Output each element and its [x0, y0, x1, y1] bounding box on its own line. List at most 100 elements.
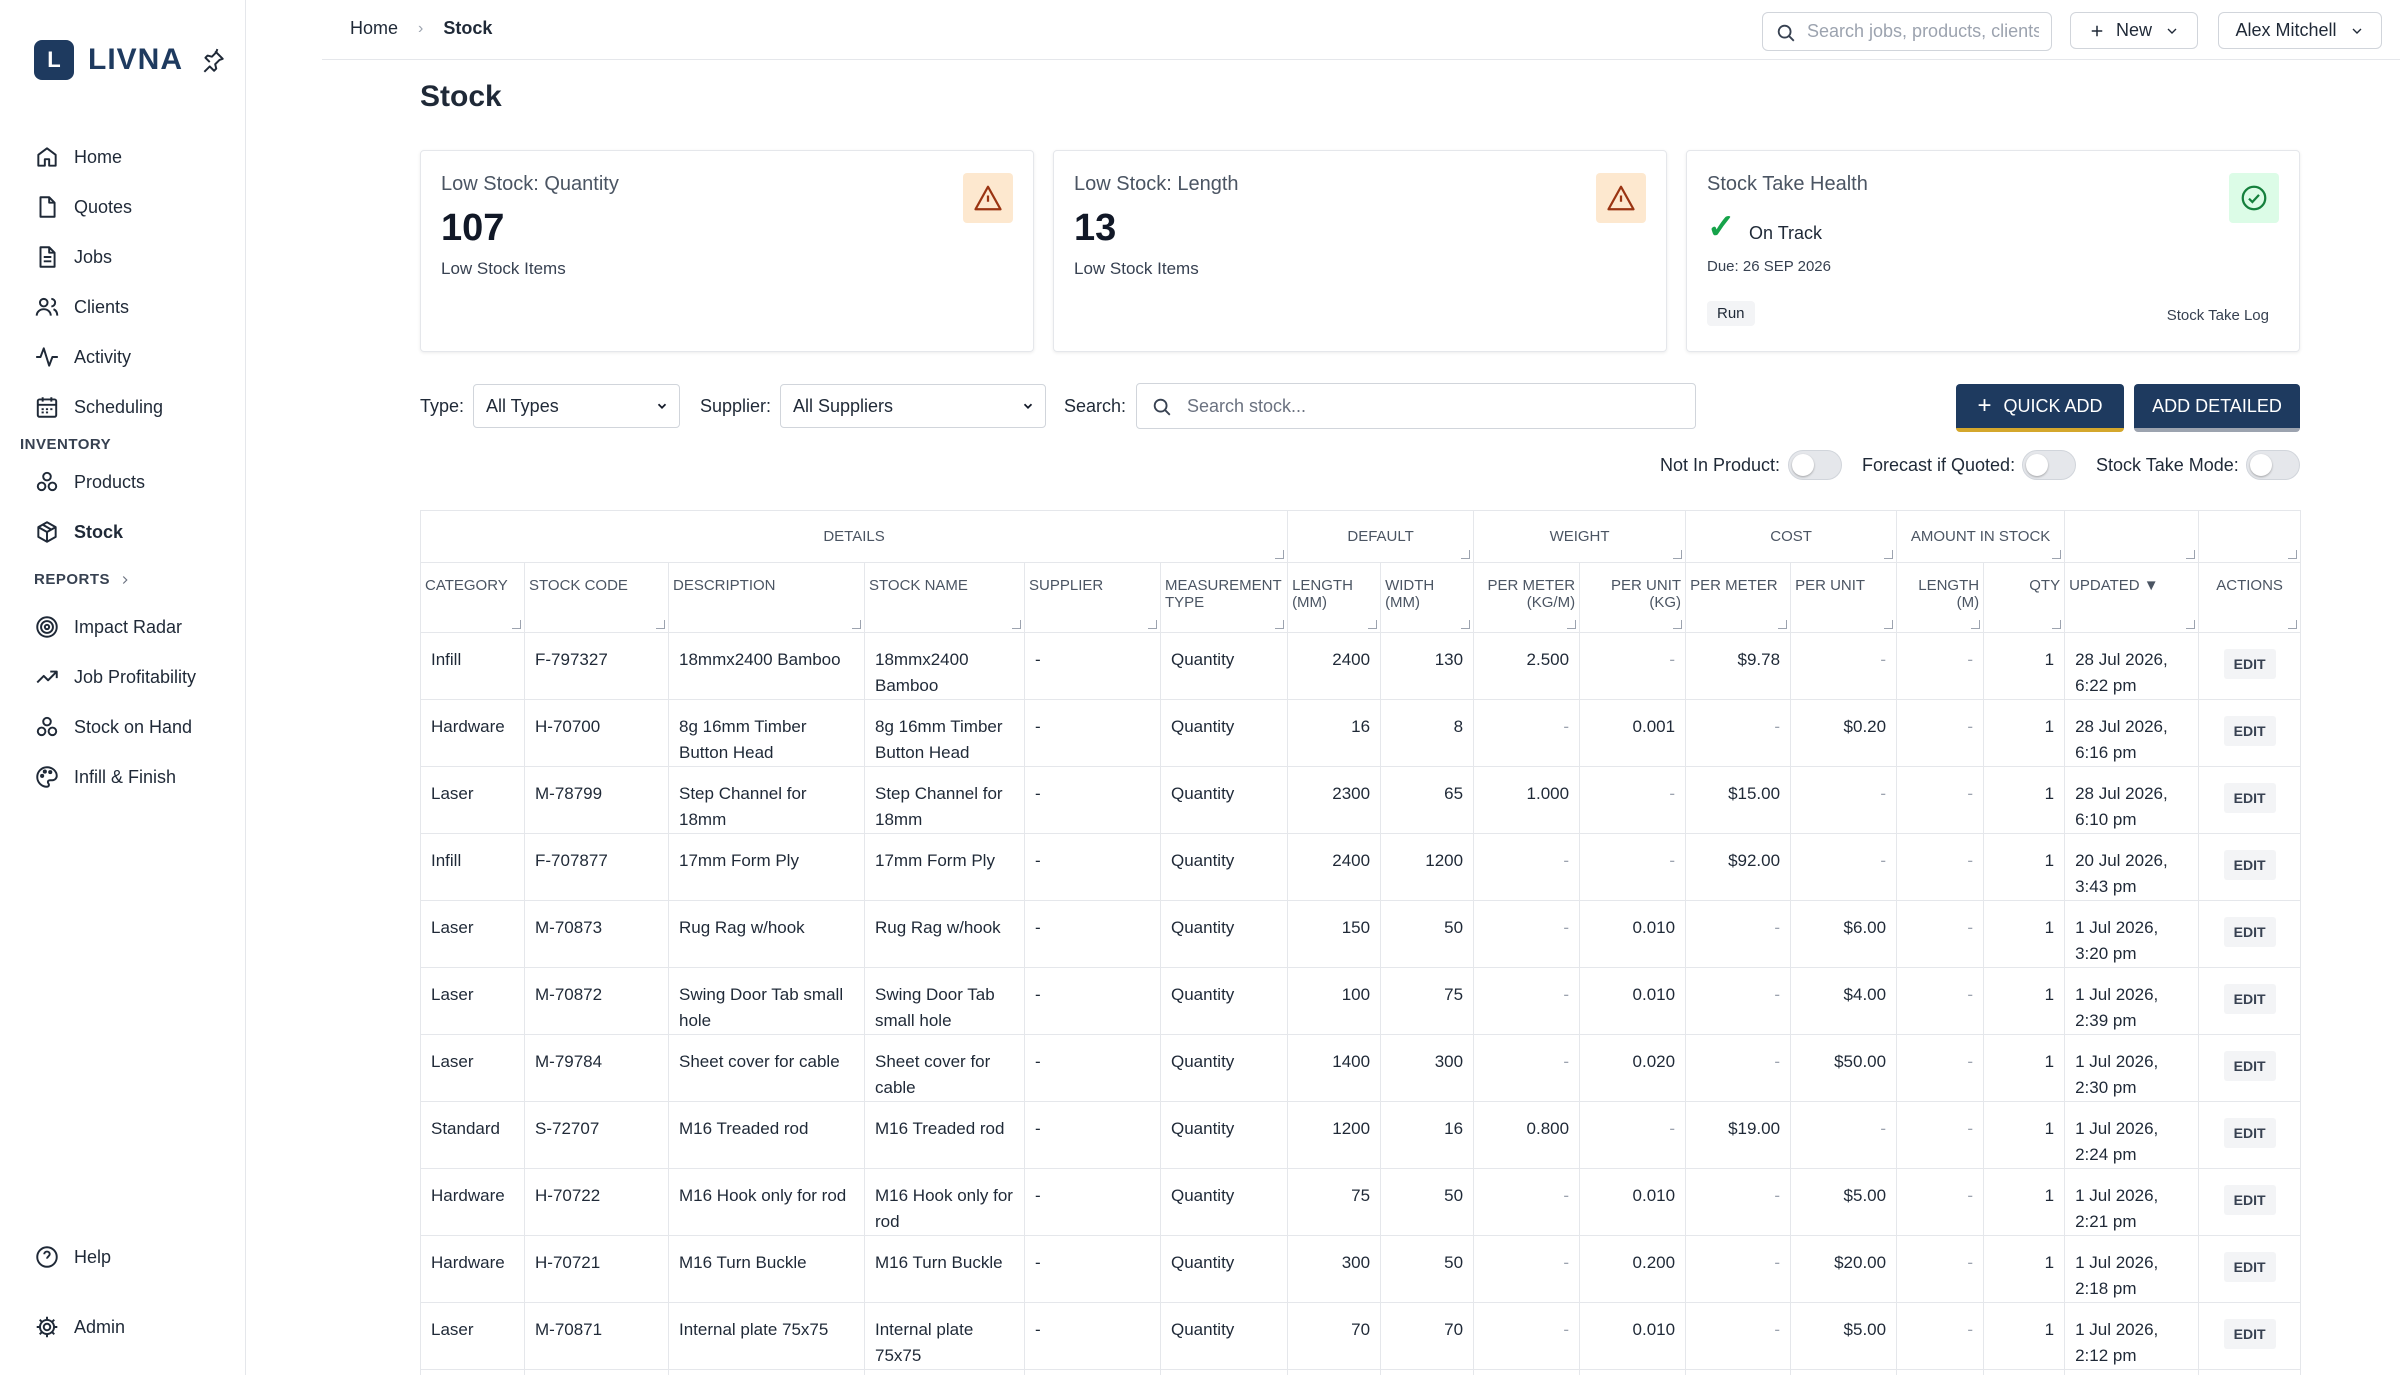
pin-sidebar-icon[interactable] [200, 48, 226, 74]
cell-length: 150 [1287, 900, 1382, 968]
warning-icon [1607, 185, 1635, 211]
sidebar-item-stock[interactable]: Stock [34, 512, 234, 552]
sidebar-item-impact-radar[interactable]: Impact Radar [34, 607, 234, 647]
help-icon [36, 1246, 58, 1268]
cell-stock-name: Heavy Duty [864, 1369, 1025, 1375]
edit-button[interactable]: EDIT [2223, 1118, 2276, 1148]
sidebar-item-infill-finish[interactable]: Infill & Finish [34, 757, 234, 797]
edit-button[interactable]: EDIT [2223, 917, 2276, 947]
cell-length: 2400 [1287, 833, 1382, 901]
cell-category: Standard [420, 1101, 525, 1169]
table-row: HardwareH-78795Heavy Duty LatchHeavy Dut… [420, 1369, 2302, 1375]
cell-length: 1200 [1287, 1101, 1382, 1169]
cell-stock-name: M16 Hook only for rod [864, 1168, 1025, 1236]
table-row: Hardware H-70721 M16 Turn Buckle M16 Turn B… [420, 1235, 2302, 1303]
col-qty[interactable]: QTY [1983, 562, 2066, 633]
cell-cost-per-unit: - [1790, 1101, 1898, 1169]
sidebar-item-admin[interactable]: Admin [34, 1307, 234, 1347]
not-in-product-label: Not In Product: [1660, 455, 1781, 475]
brand-logo[interactable]: L LIVNA [34, 40, 183, 80]
col-updated[interactable]: UPDATED ▼ [2064, 562, 2200, 633]
sidebar-item-activity[interactable]: Activity [34, 337, 234, 377]
edit-button[interactable]: EDIT [2223, 716, 2276, 746]
col-cost-per-unit[interactable]: PER UNIT [1790, 562, 1898, 633]
user-menu-button[interactable]: Alex Mitchell [2218, 12, 2382, 49]
edit-button[interactable]: EDIT [2223, 850, 2276, 880]
col-stock-code[interactable]: STOCK CODE [524, 562, 669, 633]
edit-button[interactable]: EDIT [2223, 984, 2276, 1014]
col-width-mm[interactable]: WIDTH (MM) [1380, 562, 1475, 633]
cell-weight-per-unit: - [1579, 632, 1687, 700]
col-cost-per-meter[interactable]: PER METER [1685, 562, 1792, 633]
box-icon [37, 521, 57, 543]
sidebar-item-stock-on-hand[interactable]: Stock on Hand [34, 707, 234, 747]
run-button[interactable]: Run [1707, 301, 1755, 326]
edit-button[interactable]: EDIT [2223, 1252, 2276, 1282]
check-icon: ✓ [1707, 208, 1736, 246]
edit-button[interactable]: EDIT [2223, 1185, 2276, 1215]
search-icon [1153, 398, 1171, 416]
cell-length: 2400 [1287, 632, 1382, 700]
col-length-m[interactable]: LENGTH (M) [1896, 562, 1985, 633]
breadcrumb-home[interactable]: Home [350, 18, 398, 39]
stock-take-mode-label: Stock Take Mode: [2096, 455, 2239, 475]
cell-length-m: - [1896, 1168, 1985, 1236]
not-in-product-toggle[interactable] [1788, 450, 1842, 480]
cell-category: Laser [420, 967, 525, 1035]
cell-weight-per-unit: - [1579, 766, 1687, 834]
stock-take-mode-toggle[interactable] [2246, 450, 2300, 480]
cell-description: 17mm Form Ply [668, 833, 865, 901]
sidebar-item-quotes[interactable]: Quotes [34, 187, 234, 227]
supplier-select[interactable]: All Suppliers [780, 384, 1046, 428]
sidebar-item-help[interactable]: Help [34, 1237, 234, 1277]
quick-add-button[interactable]: + QUICK ADD [1956, 384, 2124, 432]
cell-length: 2300 [1287, 766, 1382, 834]
sidebar-item-scheduling[interactable]: Scheduling [34, 387, 234, 427]
col-description[interactable]: DESCRIPTION [668, 562, 865, 633]
add-detailed-button[interactable]: ADD DETAILED [2134, 384, 2300, 432]
col-measurement-type[interactable]: MEASUREMENT TYPE [1159, 562, 1289, 633]
breadcrumb-separator: › [418, 19, 424, 37]
stock-icon [36, 716, 58, 737]
col-category[interactable]: CATEGORY [420, 562, 525, 633]
cell-category: Laser [420, 1034, 525, 1102]
palette-icon [36, 766, 58, 788]
edit-button[interactable]: EDIT [2223, 1319, 2276, 1349]
cell-cost-per-unit: $4.00 [1790, 967, 1898, 1035]
col-stock-name[interactable]: STOCK NAME [864, 562, 1025, 633]
type-select[interactable]: All Types [473, 384, 680, 428]
cell-updated: 1 Jul 2026, 2:18 pm [2064, 1235, 2200, 1303]
edit-button[interactable]: EDIT [2223, 783, 2276, 813]
col-length-mm[interactable]: LENGTH (MM) [1287, 562, 1382, 633]
edit-button[interactable]: EDIT [2223, 649, 2276, 679]
warning-badge [1596, 173, 1646, 223]
brand-mark: L [34, 40, 74, 80]
forecast-if-quoted-toggle[interactable] [2022, 450, 2076, 480]
sidebar-item-label: Stock on Hand [74, 716, 193, 737]
col-weight-per-unit[interactable]: PER UNIT (KG) [1579, 562, 1687, 633]
card-subtitle: Low Stock Items [441, 259, 566, 278]
reports-section-toggle[interactable]: REPORTS [34, 571, 132, 588]
cell-actions: EDIT [2198, 1034, 2302, 1102]
cell-length-m: - [1896, 1302, 1985, 1370]
cell-category: Infill [420, 632, 525, 700]
cell-cost-per-meter: $19.00 [1685, 1101, 1792, 1169]
global-search-input[interactable]: Search jobs, products, clients... [1762, 12, 2052, 51]
reports-section-label: REPORTS [34, 571, 111, 588]
new-button[interactable]: New [2070, 12, 2198, 49]
cell-actions: EDIT [2198, 632, 2302, 700]
sidebar-item-job-profitability[interactable]: Job Profitability [34, 657, 234, 697]
sidebar-item-products[interactable]: Products [34, 462, 234, 502]
col-weight-per-meter[interactable]: PER METER (KG/M) [1473, 562, 1581, 633]
stock-take-log-link[interactable]: Stock Take Log [2167, 307, 2269, 324]
sidebar-item-home[interactable]: Home [34, 137, 234, 177]
col-supplier[interactable]: SUPPLIER [1024, 562, 1161, 633]
sidebar-item-jobs[interactable]: Jobs [34, 237, 234, 277]
edit-button[interactable]: EDIT [2223, 1051, 2276, 1081]
stock-search-placeholder: Search stock... [1187, 395, 1307, 416]
sidebar-item-label: Help [74, 1246, 112, 1267]
sidebar-item-clients[interactable]: Clients [34, 287, 234, 327]
stock-search-input[interactable]: Search stock... [1136, 383, 1696, 429]
cell-category: Infill [420, 833, 525, 901]
sidebar-item-label: Products [74, 471, 146, 492]
